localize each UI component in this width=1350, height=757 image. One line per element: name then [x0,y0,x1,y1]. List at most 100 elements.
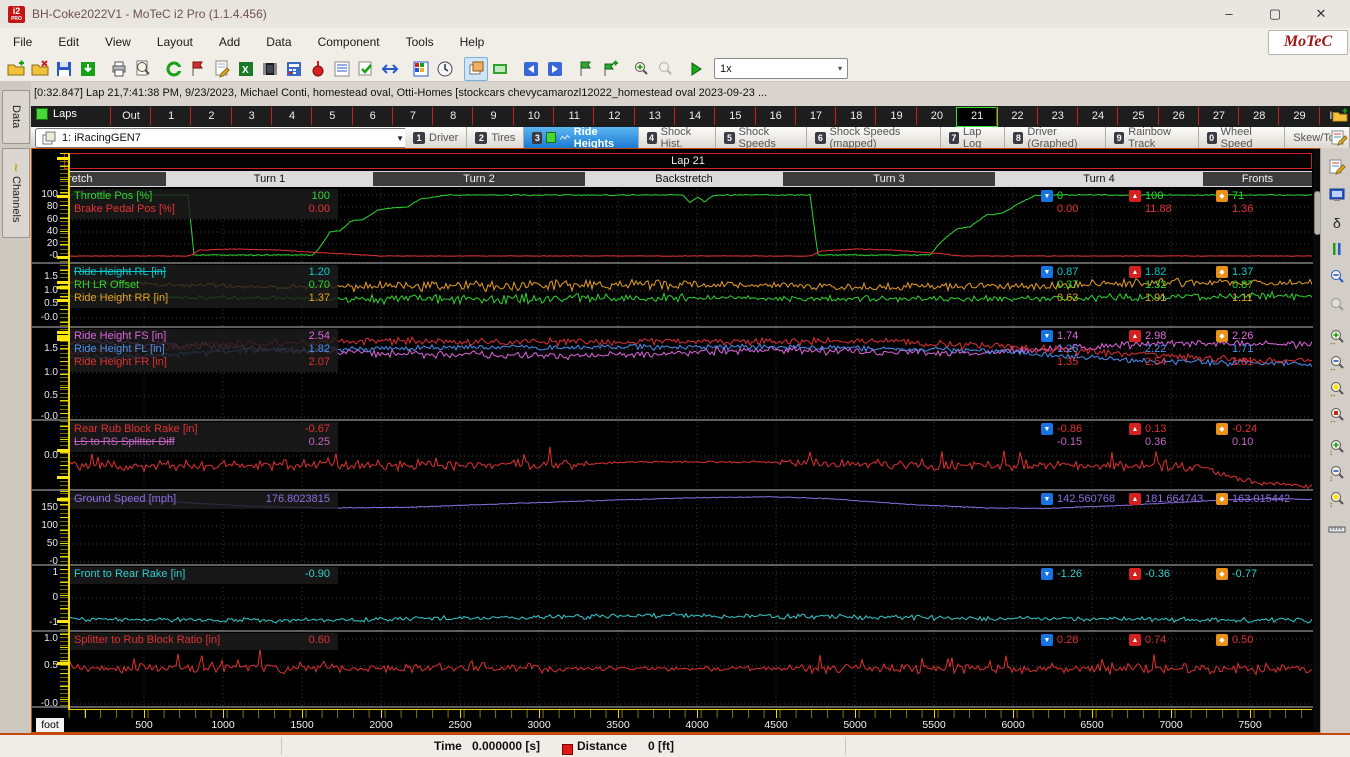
lap-cell-14[interactable]: 14 [674,107,715,125]
maths-calc-icon[interactable] [282,57,306,81]
save-icon[interactable] [52,57,76,81]
right-tool-zoom-out-vertical-icon[interactable]: ↕ [1324,460,1349,485]
windows-layout-icon[interactable] [464,57,488,81]
lap-cell-24[interactable]: 24 [1077,107,1118,125]
worksheet-tab-shock-speeds[interactable]: 5Shock Speeds [716,127,807,148]
lap-cell-8[interactable]: 8 [432,107,473,125]
channel-name[interactable]: Splitter to Rub Block Ratio [in] [74,634,220,646]
right-tool-zoom-in-vertical-icon[interactable]: ↕ [1324,434,1349,459]
right-tool-zoom-undo-icon[interactable] [1324,292,1349,317]
lap-cell-10[interactable]: 10 [513,107,554,125]
lap-cell-1[interactable]: 1 [150,107,191,125]
channel-name[interactable]: Throttle Pos [%] [74,190,152,202]
channel-name[interactable]: Front to Rear Rake [in] [74,568,185,580]
right-tool-zoom-selection-vertical-icon[interactable]: ↕ [1324,486,1349,511]
task-check-icon[interactable] [354,57,378,81]
sidebar-tab-data[interactable]: Data [2,90,30,144]
zoom-search-disabled-icon[interactable] [653,57,677,81]
close-button[interactable]: ✕ [1298,0,1344,28]
lap-cell-9[interactable]: 9 [472,107,513,125]
lap-cell-23[interactable]: 23 [1037,107,1078,125]
lap-cell-15[interactable]: 15 [714,107,755,125]
lap-cell-25[interactable]: 25 [1117,107,1158,125]
channel-name[interactable]: RH LR Offset [74,279,139,291]
add-flag-plus-icon[interactable] [598,57,622,81]
details-list-icon[interactable] [330,57,354,81]
right-tool-display-icon[interactable] [1324,182,1349,207]
minimize-button[interactable]: – [1206,0,1252,28]
workbook-selector[interactable]: 1: iRacingGEN7▼ [35,128,411,148]
channel-name[interactable]: Ride Height FS [in] [74,330,166,342]
worksheet-tab-lap-log[interactable]: 7Lap Log [941,127,1005,148]
lap-cell-22[interactable]: 22 [996,107,1037,125]
worksheet-tab-driver[interactable]: 1Driver [405,127,467,148]
sidebar-tab-channels[interactable]: ∼Channels [2,148,30,238]
export-excel-icon[interactable]: X [234,57,258,81]
right-tool-zoom-selection-horizontal-icon[interactable]: ↔ [1324,376,1349,401]
channel-name[interactable]: Ride Height RR [in] [74,292,168,304]
lap-cell-5[interactable]: 5 [311,107,352,125]
lap-cell-6[interactable]: 6 [352,107,393,125]
menu-edit[interactable]: Edit [45,28,92,56]
lap-cell-19[interactable]: 19 [875,107,916,125]
add-flag-icon[interactable] [574,57,598,81]
lap-gap-icon[interactable] [1332,108,1349,125]
lap-cell-4[interactable]: 4 [271,107,312,125]
worksheet-tab-rainbow-track[interactable]: 9Rainbow Track [1106,127,1198,148]
worksheet-tab-shock-speeds-mapped-[interactable]: 6Shock Speeds (mapped) [807,127,941,148]
next-lap-icon[interactable] [543,57,567,81]
channel-name[interactable]: Rear Rub Block Rake [in] [74,423,198,435]
channel-name[interactable]: Ride Height FR [in] [74,356,167,368]
colour-grid-icon[interactable] [409,57,433,81]
lap-cell-20[interactable]: 20 [916,107,957,125]
menu-add[interactable]: Add [206,28,253,56]
right-tool-ruler-icon[interactable] [1324,516,1349,541]
lap-cell-21[interactable]: 21 [956,107,998,127]
right-tool-cursor-bars-icon[interactable] [1324,236,1349,261]
prev-lap-icon[interactable] [519,57,543,81]
lap-cell-11[interactable]: 11 [553,107,594,125]
lap-cell-26[interactable]: 26 [1158,107,1199,125]
motec-sync-icon[interactable] [162,57,186,81]
lap-cell-2[interactable]: 2 [190,107,231,125]
channel-name[interactable]: Brake Pedal Pos [%] [74,203,175,215]
worksheet-tab-ride-heights[interactable]: 3Ride Heights [524,127,638,148]
menu-data[interactable]: Data [253,28,304,56]
worksheet-tab-wheel-speed[interactable]: 0Wheel Speed [1199,127,1286,148]
menu-file[interactable]: File [0,28,45,56]
worksheet-tab-driver-graphed-[interactable]: 8Driver (Graphed) [1005,127,1106,148]
time-clock-icon[interactable] [433,57,457,81]
compare-arrows-icon[interactable] [378,57,402,81]
maximize-button[interactable]: ▢ [1252,0,1298,28]
video-capture-icon[interactable] [488,57,512,81]
lap-cell-17[interactable]: 17 [795,107,836,125]
edit-sheet-icon[interactable] [210,57,234,81]
flags-icon[interactable] [186,57,210,81]
menu-tools[interactable]: Tools [393,28,447,56]
menu-component[interactable]: Component [305,28,393,56]
worksheet-tab-shock-hist-[interactable]: 4Shock Hist. [639,127,717,148]
menu-help[interactable]: Help [447,28,498,56]
chart-area[interactable]: Lap 21retchTurn 1Turn 2BackstretchTurn 3… [31,148,1320,733]
video-film-icon[interactable] [258,57,282,81]
distance-cursor-ruler[interactable] [60,153,70,709]
lap-cell-12[interactable]: 12 [593,107,634,125]
channel-name[interactable]: Ride Height RL [in] [74,266,166,278]
alarms-icon[interactable] [306,57,330,81]
right-tool-delta-icon[interactable]: δ [1324,210,1349,235]
channel-name[interactable]: Ground Speed [mph] [74,493,176,505]
lap-cell-Out[interactable]: Out [110,107,151,125]
lap-cell-7[interactable]: 7 [392,107,433,125]
right-tool-zoom-out-icon[interactable] [1324,264,1349,289]
playback-speed-select[interactable]: 1x▾ [714,58,848,79]
zoom-in-search-icon[interactable] [629,57,653,81]
channel-name[interactable]: Ride Height FL [in] [74,343,165,355]
new-file-icon[interactable] [4,57,28,81]
right-tool-zoom-full-horizontal-icon[interactable]: ↔ [1324,402,1349,427]
lap-cell-29[interactable]: 29 [1278,107,1319,125]
import-icon[interactable] [76,57,100,81]
channel-name[interactable]: LS to RS Splitter Diff [74,436,175,448]
open-delete-icon[interactable] [28,57,52,81]
right-tool-zoom-in-horizontal-icon[interactable]: ↔ [1324,324,1349,349]
right-tool-zoom-out-horizontal-icon[interactable]: ↔ [1324,350,1349,375]
